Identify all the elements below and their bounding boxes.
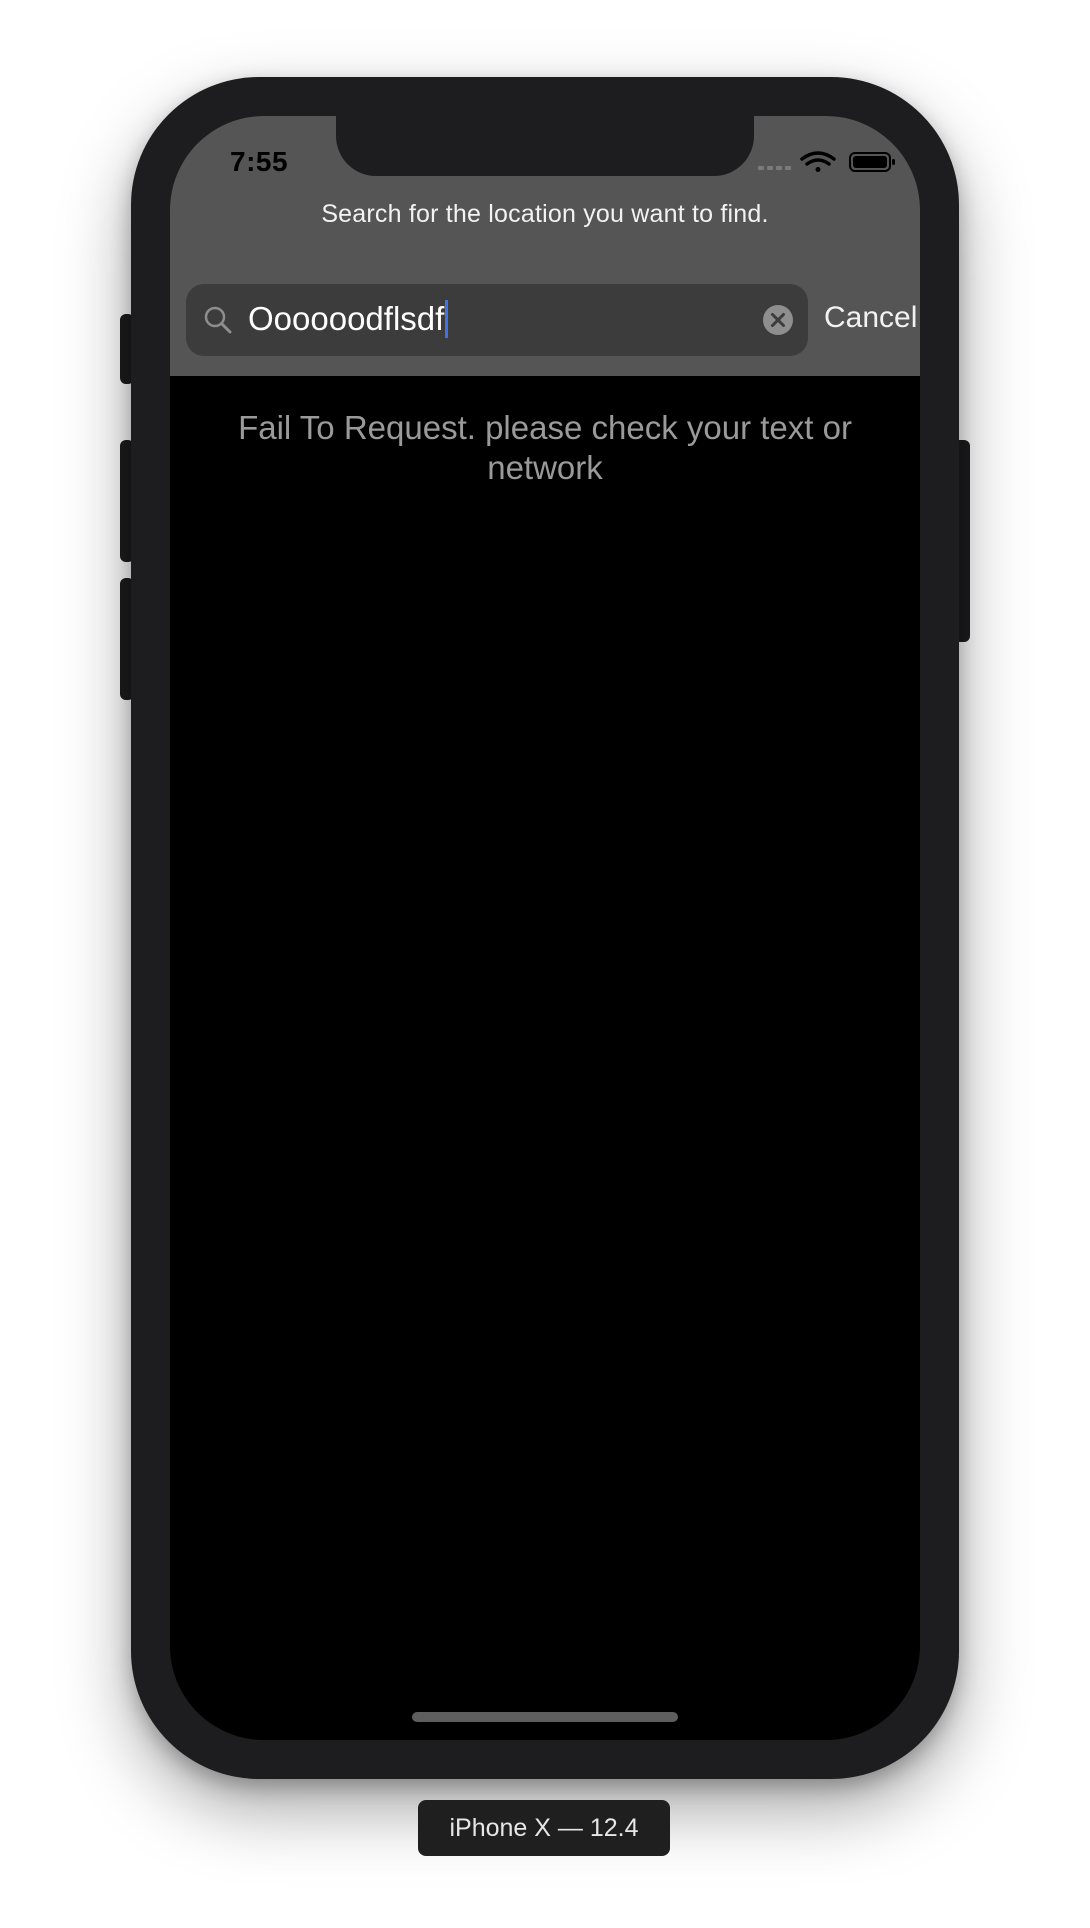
status-time: 7:55 — [230, 146, 289, 177]
battery-icon — [849, 152, 895, 172]
device-notch — [336, 116, 754, 176]
cancel-button[interactable]: Cancel — [824, 298, 917, 338]
device-screen: 7:55 Search for the location you want to… — [170, 116, 920, 1740]
text-caret — [445, 300, 449, 338]
simulator-stage: 7:55 Search for the location you want to… — [0, 0, 1090, 1928]
search-prompt: Search for the location you want to find… — [321, 200, 769, 228]
search-icon — [204, 306, 232, 334]
wifi-icon — [800, 151, 836, 172]
search-input-text: Oooooodflsdf — [248, 300, 445, 337]
error-message: Fail To Request. please check your text … — [238, 409, 852, 486]
cellular-signal-icon — [758, 166, 791, 170]
simulator-device-label: iPhone X — 12.4 — [418, 1800, 670, 1856]
home-indicator[interactable] — [412, 1712, 678, 1722]
search-input[interactable]: Oooooodflsdf — [186, 284, 808, 356]
clear-icon[interactable] — [762, 304, 794, 336]
status-bar-icons — [758, 151, 895, 172]
search-input-value[interactable]: Oooooodflsdf — [248, 298, 449, 340]
